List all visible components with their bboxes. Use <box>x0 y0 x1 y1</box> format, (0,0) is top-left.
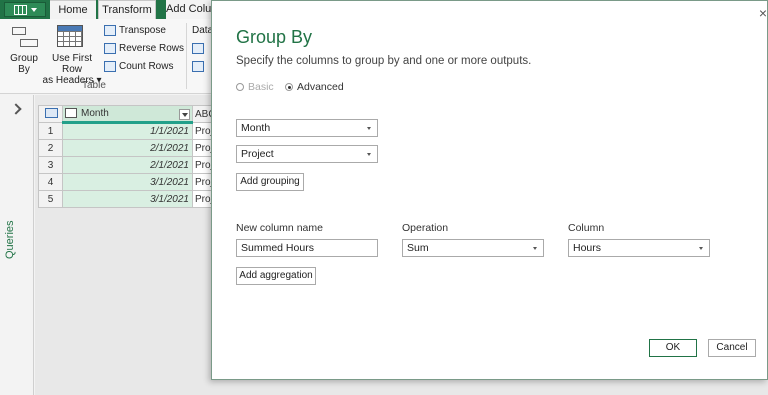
row-number: 5 <box>38 190 63 208</box>
table-headers-icon <box>57 25 83 47</box>
cell-month[interactable]: 3/1/2021 <box>62 173 193 191</box>
group-by-dialog: × Group By Specify the columns to group … <box>211 0 768 380</box>
column-header-month-label: Month <box>81 108 109 119</box>
cell-month[interactable]: 2/1/2021 <box>62 156 193 174</box>
dialog-title: Group By <box>236 27 313 47</box>
ribbon-separator <box>186 23 187 89</box>
add-aggregation-button[interactable]: Add aggregation <box>236 267 316 285</box>
chevron-down-icon <box>367 153 371 156</box>
file-menu-button[interactable] <box>4 2 46 17</box>
data-type-label[interactable]: Data <box>192 25 213 36</box>
table-menu-button[interactable] <box>38 105 63 123</box>
radio-advanced[interactable]: Advanced <box>285 81 344 93</box>
reverse-rows-icon <box>104 43 116 54</box>
operation-header: Operation <box>402 222 449 234</box>
cell-month[interactable]: 1/1/2021 <box>62 122 193 140</box>
chevron-down-icon <box>699 247 703 250</box>
filter-dropdown-icon[interactable] <box>179 109 190 120</box>
transpose-label: Transpose <box>119 25 166 37</box>
radio-basic-label: Basic <box>248 81 274 93</box>
group-by-label-line2: By <box>18 64 30 75</box>
data-grid: Month ABC 1 1/1/2021 Proj 2 2/1/2021 Pro… <box>38 105 217 208</box>
tab-transform[interactable]: Transform <box>98 0 156 19</box>
row-number: 1 <box>38 122 63 140</box>
radio-advanced-label: Advanced <box>297 81 344 93</box>
group-by-column-2-value: Project <box>241 148 274 160</box>
dialog-subtitle: Specify the columns to group by and one … <box>236 55 532 67</box>
queries-pane-label[interactable]: Queries <box>4 220 16 259</box>
operation-value: Sum <box>407 242 429 254</box>
rename-icon[interactable] <box>192 61 207 72</box>
row-number: 4 <box>38 173 63 191</box>
add-grouping-button[interactable]: Add grouping <box>236 173 304 191</box>
transpose-icon <box>104 25 116 36</box>
chevron-right-icon[interactable] <box>10 103 22 115</box>
transpose-button[interactable]: Transpose <box>104 25 166 36</box>
group-by-label-line1: Group <box>10 53 38 64</box>
table-row: 2 2/1/2021 Proj <box>38 139 217 157</box>
radio-icon <box>236 83 244 91</box>
date-type-icon[interactable] <box>65 108 77 119</box>
chevron-down-icon <box>30 7 37 12</box>
group-by-column-1-select[interactable]: Month <box>236 119 378 137</box>
row-number: 3 <box>38 156 63 174</box>
detect-type-icon[interactable] <box>192 43 207 54</box>
grid-header-row: Month ABC <box>38 105 217 124</box>
use-first-row-label-line1: Use First Row <box>52 53 92 75</box>
aggregation-column-select[interactable]: Hours <box>568 239 710 257</box>
table-row: 3 2/1/2021 Proj <box>38 156 217 174</box>
close-icon[interactable]: × <box>759 5 767 21</box>
count-rows-icon <box>104 61 116 72</box>
table-row: 4 3/1/2021 Proj <box>38 173 217 191</box>
column-header: Column <box>568 222 605 234</box>
group-by-icon <box>12 27 38 49</box>
table-row: 5 3/1/2021 Proj <box>38 190 217 208</box>
cell-month[interactable]: 2/1/2021 <box>62 139 193 157</box>
radio-selected-icon <box>285 83 293 91</box>
new-column-name-input[interactable]: Summed Hours <box>236 239 378 257</box>
count-rows-button[interactable]: Count Rows <box>104 61 173 72</box>
tab-home[interactable]: Home <box>50 0 96 19</box>
grid-icon <box>13 4 27 15</box>
table-row: 1 1/1/2021 Proj <box>38 122 217 140</box>
chevron-down-icon <box>533 247 537 250</box>
aggregation-column-value: Hours <box>573 242 602 254</box>
radio-basic[interactable]: Basic <box>236 81 274 93</box>
reverse-rows-button[interactable]: Reverse Rows <box>104 43 184 54</box>
group-by-button[interactable]: Group By <box>8 53 40 75</box>
column-header-month[interactable]: Month <box>62 105 193 124</box>
table-icon <box>45 107 58 118</box>
cell-month[interactable]: 3/1/2021 <box>62 190 193 208</box>
queries-pane-collapsed: Queries <box>0 95 34 395</box>
group-by-column-1-value: Month <box>241 122 271 134</box>
reverse-rows-label: Reverse Rows <box>119 43 185 55</box>
group-by-column-2-select[interactable]: Project <box>236 145 378 163</box>
ok-button[interactable]: OK <box>649 339 697 357</box>
row-number: 2 <box>38 139 63 157</box>
chevron-down-icon <box>367 127 371 130</box>
table-group-label: Table <box>82 80 106 91</box>
cancel-button[interactable]: Cancel <box>708 339 756 357</box>
new-column-name-header: New column name <box>236 222 323 234</box>
count-rows-label: Count Rows <box>119 61 174 73</box>
operation-select[interactable]: Sum <box>402 239 544 257</box>
